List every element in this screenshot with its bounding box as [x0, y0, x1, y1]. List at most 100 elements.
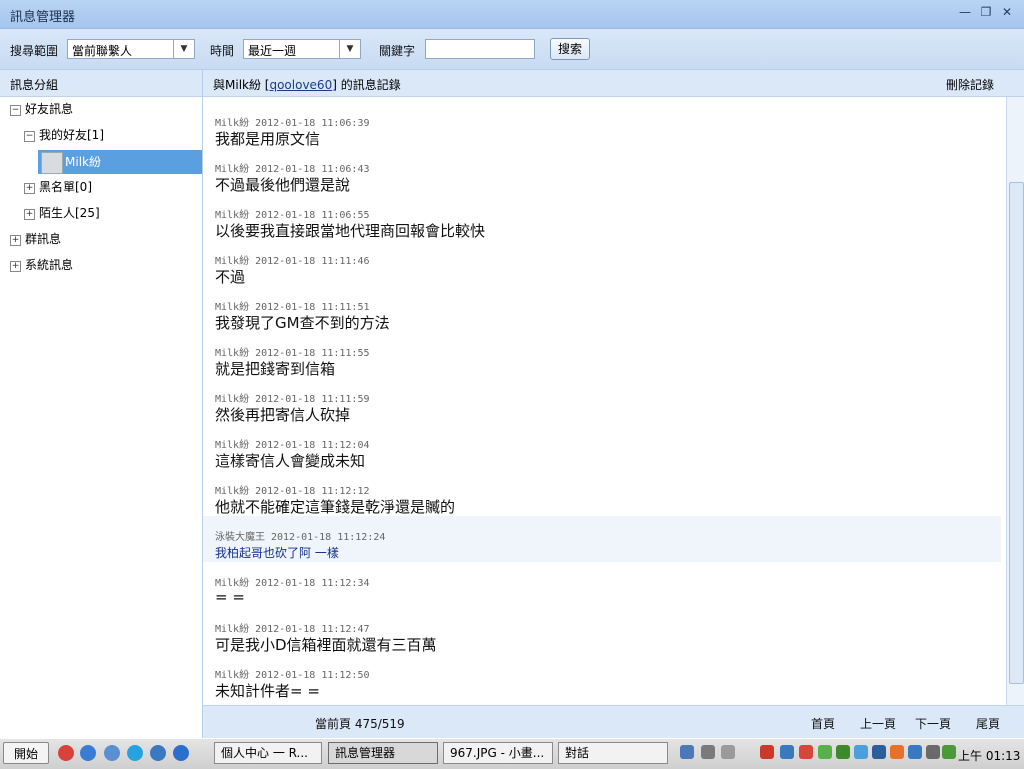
taskbar: 開始 個人中心 一 R... 訊息管理器 967.JPG - 小畫... 對話 …	[0, 738, 1024, 769]
chevron-down-icon[interactable]: ▼	[173, 40, 194, 58]
message-meta: Milk紛 2012-01-18 11:06:43	[215, 160, 369, 175]
history-header: 與Milk紛 [qoolove60] 的訊息記錄 刪除記錄	[203, 70, 1024, 97]
close-icon[interactable]: ✕	[1000, 5, 1014, 19]
message-text: 不過最後他們還是說	[215, 176, 351, 194]
task-personal-center[interactable]: 個人中心 一 R...	[214, 742, 322, 764]
tree-item-group-messages[interactable]: + 群訊息	[10, 228, 61, 250]
tray-icon[interactable]	[780, 745, 794, 759]
time-select[interactable]: 最近一週 ▼	[243, 39, 361, 59]
expand-icon[interactable]: +	[10, 261, 21, 272]
search-button[interactable]: 搜索	[550, 38, 590, 60]
next-page-link[interactable]: 下一頁	[915, 715, 951, 732]
media-player-icon[interactable]	[80, 745, 96, 761]
expand-icon[interactable]: +	[24, 183, 35, 194]
message-row: Milk紛 2012-01-18 11:06:55 以後要我直接跟當地代理商回報會比…	[203, 194, 1001, 240]
tray-icon[interactable]	[942, 745, 956, 759]
message-meta: Milk紛 2012-01-18 11:12:47	[215, 620, 369, 635]
message-row: Milk紛 2012-01-18 11:06:43 不過最後他們還是說	[203, 148, 1001, 194]
group-panel-header: 訊息分組	[0, 70, 202, 97]
ie-icon[interactable]	[173, 745, 189, 761]
task-message-manager[interactable]: 訊息管理器	[328, 742, 438, 764]
message-meta: Milk紛 2012-01-18 11:12:50	[215, 666, 369, 681]
tree-item-strangers[interactable]: + 陌生人[25]	[24, 202, 100, 224]
window-title: 訊息管理器	[10, 10, 76, 25]
tray-icon[interactable]	[908, 745, 922, 759]
message-text: 他就不能確定這筆錢是乾淨還是贓的	[215, 498, 456, 516]
message-text: 就是把錢寄到信箱	[215, 360, 336, 378]
message-row: 泳裝大魔王 2012-01-18 11:12:24 我柏起哥也砍了阿 一樣	[203, 516, 1001, 562]
tray-icon[interactable]	[836, 745, 850, 759]
messenger-icon[interactable]	[150, 745, 166, 761]
tray-icon[interactable]	[818, 745, 832, 759]
tree-item-my-friends[interactable]: − 我的好友[1]	[24, 124, 104, 146]
message-list[interactable]: Milk紛 2012-01-18 11:06:39 我都是用原文信 Milk紛 2012…	[203, 97, 1006, 705]
tray-icon[interactable]	[872, 745, 886, 759]
message-row: Milk紛 2012-01-18 11:12:12 他就不能確定這筆錢是乾淨還是贓的	[203, 470, 1001, 516]
message-row: Milk紛 2012-01-18 11:11:51 我發現了GM查不到的方法	[203, 286, 1001, 332]
tray-icon[interactable]	[799, 745, 813, 759]
message-meta: Milk紛 2012-01-18 11:12:04	[215, 436, 369, 451]
time-value: 最近一週	[248, 44, 297, 58]
avatar	[41, 152, 63, 174]
expand-icon[interactable]: +	[24, 209, 35, 220]
tray-icon[interactable]	[760, 745, 774, 759]
message-text: 我柏起哥也砍了阿 一樣	[215, 546, 339, 560]
delete-history-button[interactable]: 刪除記錄	[946, 76, 994, 93]
message-time: 2012-01-18 11:11:46	[255, 256, 370, 267]
message-row: Milk紛 2012-01-18 11:11:46 不過	[203, 240, 1001, 286]
message-row: Milk紛 2012-01-18 11:12:34 = =	[203, 562, 1001, 608]
message-meta: Milk紛 2012-01-18 11:11:59	[215, 390, 369, 405]
message-text: 以後要我直接跟當地代理商回報會比較快	[215, 222, 486, 240]
tree-item-system-messages[interactable]: + 系統訊息	[10, 254, 73, 276]
message-meta: Milk紛 2012-01-18 11:12:34	[215, 574, 369, 589]
minimize-icon[interactable]: —	[958, 5, 972, 19]
message-text: 我發現了GM查不到的方法	[215, 314, 390, 332]
message-text: 不過	[215, 268, 246, 286]
keyword-input[interactable]	[425, 39, 535, 59]
tree-item-friend-messages[interactable]: − 好友訊息	[10, 98, 73, 120]
collapse-icon[interactable]: −	[24, 131, 35, 142]
message-row: Milk紛 2012-01-18 11:06:39 我都是用原文信	[203, 102, 1001, 148]
chrome-icon[interactable]	[58, 745, 74, 761]
tray-icon[interactable]	[854, 745, 868, 759]
message-text: 未知計件者= =	[215, 682, 320, 700]
expand-icon[interactable]: +	[10, 235, 21, 246]
scope-label: 搜尋範圍	[10, 44, 59, 58]
tray-icon[interactable]	[701, 745, 715, 759]
last-page-link[interactable]: 尾頁	[976, 715, 1000, 732]
first-page-link[interactable]: 首頁	[811, 715, 835, 732]
message-meta: Milk紛 2012-01-18 11:06:39	[215, 114, 369, 129]
contact-id-link[interactable]: qoolove60	[269, 78, 332, 92]
skype-icon[interactable]	[127, 745, 143, 761]
pagination-bar: 當前頁 475/519 首頁 上一頁 下一頁 尾頁	[203, 705, 1024, 739]
message-meta: Milk紛 2012-01-18 11:12:12	[215, 482, 369, 497]
tree-item-blacklist[interactable]: + 黑名單[0]	[24, 176, 92, 198]
scrollbar-thumb[interactable]	[1009, 182, 1024, 684]
tray-icon[interactable]	[680, 745, 694, 759]
message-text: = =	[215, 588, 245, 606]
message-row: Milk紛 2012-01-18 11:12:04 這樣寄信人會變成未知	[203, 424, 1001, 470]
message-meta: Milk紛 2012-01-18 11:06:55	[215, 206, 369, 221]
message-sender: 泳裝大魔王	[215, 532, 265, 543]
start-button[interactable]: 開始	[3, 742, 49, 764]
scope-select[interactable]: 當前聯繫人 ▼	[67, 39, 195, 59]
tray-icon[interactable]	[926, 745, 940, 759]
tray-icon[interactable]	[890, 745, 904, 759]
time-label: 時間	[210, 44, 235, 58]
task-dialog[interactable]: 對話	[558, 742, 668, 764]
message-meta: Milk紛 2012-01-18 11:11:51	[215, 298, 369, 313]
chevron-down-icon[interactable]: ▼	[339, 40, 360, 58]
explorer-icon[interactable]	[104, 745, 120, 761]
clock: 上午 01:13	[958, 749, 1021, 763]
tray-icon[interactable]	[721, 745, 735, 759]
message-text: 然後再把寄信人砍掉	[215, 406, 351, 424]
task-paint[interactable]: 967.JPG - 小畫...	[443, 742, 553, 764]
message-row: Milk紛 2012-01-18 11:11:59 然後再把寄信人砍掉	[203, 378, 1001, 424]
tree-item-contact[interactable]: Milk紛	[65, 151, 101, 173]
scrollbar[interactable]	[1006, 97, 1024, 705]
prev-page-link[interactable]: 上一頁	[860, 715, 896, 732]
message-text: 我都是用原文信	[215, 130, 321, 148]
restore-icon[interactable]: ❐	[979, 5, 993, 19]
message-time: 2012-01-18 11:12:24	[271, 532, 386, 543]
collapse-icon[interactable]: −	[10, 105, 21, 116]
